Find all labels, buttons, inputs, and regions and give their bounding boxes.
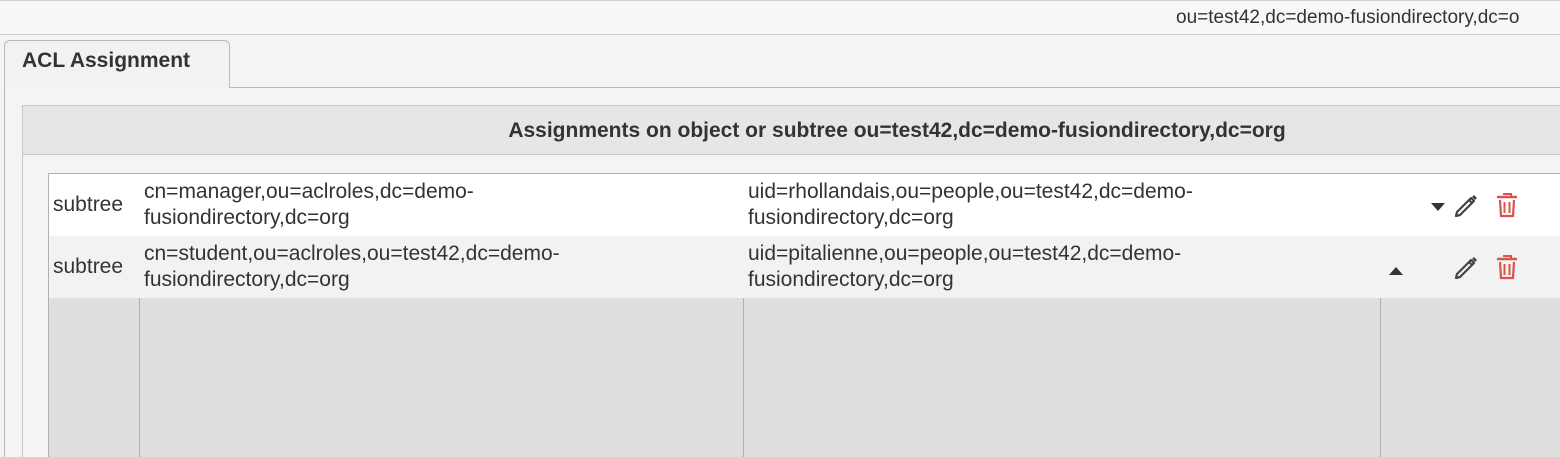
acl-assignment-page: ou=test42,dc=demo-fusiondirectory,dc=o A… <box>0 0 1560 457</box>
role-line: cn=manager,ou=aclroles,dc=demo- <box>144 180 474 203</box>
member-line: uid=pitalienne,ou=people,ou=test42,dc=de… <box>748 242 1182 265</box>
role-line: fusiondirectory,dc=org <box>144 268 350 291</box>
tab-acl-assignment[interactable]: ACL Assignment <box>4 40 230 88</box>
table-row: subtree cn=manager,ou=aclroles,dc=demo- … <box>49 174 1560 236</box>
assignments-list: subtree cn=manager,ou=aclroles,dc=demo- … <box>48 173 1560 457</box>
assignment-role: cn=student,ou=aclroles,ou=test42,dc=demo… <box>140 236 743 298</box>
member-line: uid=rhollandais,ou=people,ou=test42,dc=d… <box>748 180 1193 203</box>
role-line: cn=student,ou=aclroles,ou=test42,dc=demo… <box>144 242 560 265</box>
row-actions <box>1381 236 1560 298</box>
member-line: fusiondirectory,dc=org <box>748 268 954 291</box>
pencil-icon[interactable] <box>1453 192 1479 218</box>
assignment-type: subtree <box>53 193 124 216</box>
assignment-members: uid=rhollandais,ou=people,ou=test42,dc=d… <box>744 174 1380 236</box>
trash-icon[interactable] <box>1494 191 1520 219</box>
assignment-role: cn=manager,ou=aclroles,dc=demo- fusiondi… <box>140 174 743 236</box>
current-dn: ou=test42,dc=demo-fusiondirectory,dc=o <box>1176 7 1520 28</box>
row-actions <box>1381 174 1560 236</box>
triangle-down-icon[interactable] <box>1431 202 1445 212</box>
member-line: fusiondirectory,dc=org <box>748 206 954 229</box>
table-row: subtree cn=student,ou=aclroles,ou=test42… <box>49 236 1560 298</box>
section-header: Assignments on object or subtree ou=test… <box>23 106 1560 155</box>
section-title: Assignments on object or subtree ou=test… <box>508 119 1286 142</box>
trash-icon[interactable] <box>1494 253 1520 281</box>
pencil-icon[interactable] <box>1453 254 1479 280</box>
header-bar: ou=test42,dc=demo-fusiondirectory,dc=o <box>0 0 1560 35</box>
tab-label: ACL Assignment <box>22 49 191 72</box>
role-line: fusiondirectory,dc=org <box>144 206 350 229</box>
tab-strip: ACL Assignment <box>0 35 1560 89</box>
assignment-type: subtree <box>53 255 124 278</box>
assignment-members: uid=pitalienne,ou=people,ou=test42,dc=de… <box>744 236 1380 298</box>
triangle-up-icon[interactable] <box>1389 266 1403 276</box>
